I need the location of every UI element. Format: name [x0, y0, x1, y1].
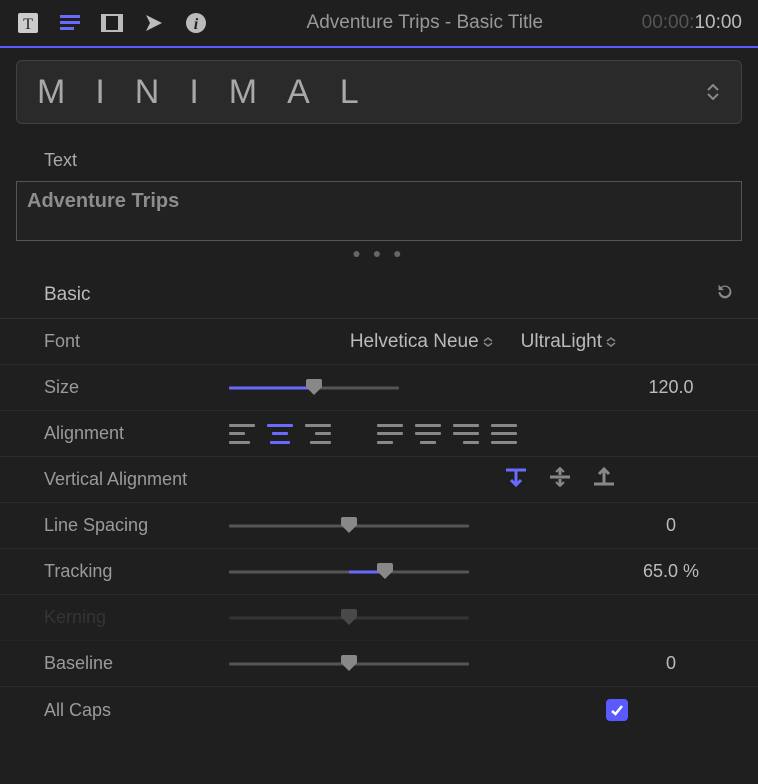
chevron-updown-icon — [483, 337, 493, 347]
timecode: 00:00:10:00 — [642, 12, 742, 34]
basic-section-header: Basic — [0, 271, 758, 319]
all-caps-label: All Caps — [44, 700, 229, 721]
title-text-input[interactable]: Adventure Trips — [16, 181, 742, 241]
paragraph-icon[interactable] — [58, 11, 82, 35]
timecode-dim: 00:00: — [642, 12, 695, 33]
text-section-label: Text — [0, 130, 758, 181]
tracking-slider[interactable] — [229, 563, 469, 581]
font-family-value: Helvetica Neue — [350, 331, 479, 353]
size-label: Size — [44, 377, 229, 398]
justify-center-icon[interactable] — [415, 424, 441, 444]
size-value[interactable]: 120.0 — [606, 377, 736, 398]
font-label: Font — [44, 331, 229, 352]
basic-header-label: Basic — [44, 284, 714, 306]
tracking-value[interactable]: 65.0 % — [606, 561, 736, 582]
alignment-label: Alignment — [44, 423, 229, 444]
justify-right-icon[interactable] — [453, 424, 479, 444]
kerning-slider — [229, 609, 469, 627]
chevron-updown-icon — [606, 337, 616, 347]
font-row: Font Helvetica Neue UltraLight — [0, 319, 758, 365]
baseline-label: Baseline — [44, 653, 229, 674]
justify-full-icon[interactable] — [491, 424, 517, 444]
font-weight-dropdown[interactable]: UltraLight — [521, 331, 616, 353]
font-family-dropdown[interactable]: Helvetica Neue — [350, 331, 493, 353]
info-icon[interactable]: i — [184, 11, 208, 35]
svg-text:T: T — [23, 16, 33, 33]
tracking-row: Tracking 65.0 % — [0, 549, 758, 595]
align-right-icon[interactable] — [305, 424, 331, 444]
inspector-title: Adventure Trips - Basic Title — [226, 12, 624, 34]
valign-bottom-icon[interactable] — [592, 467, 616, 492]
baseline-slider[interactable] — [229, 655, 469, 673]
video-icon[interactable] — [100, 11, 124, 35]
all-caps-checkbox[interactable] — [606, 699, 628, 721]
align-center-icon[interactable] — [267, 424, 293, 444]
kerning-row: Kerning — [0, 595, 758, 641]
resize-dots-icon[interactable]: ● ● ● — [0, 245, 758, 261]
inspector-toolbar: T i Adventure Trips - Basic Title 00:00:… — [0, 0, 758, 48]
text-style-picker[interactable]: MINIMAL — [16, 60, 742, 124]
size-row: Size 120.0 — [0, 365, 758, 411]
kerning-label: Kerning — [44, 607, 229, 628]
svg-text:i: i — [194, 16, 199, 33]
line-spacing-row: Line Spacing 0 — [0, 503, 758, 549]
line-spacing-slider[interactable] — [229, 517, 469, 535]
align-left-icon[interactable] — [229, 424, 255, 444]
share-icon[interactable] — [142, 11, 166, 35]
text-icon[interactable]: T — [16, 11, 40, 35]
baseline-value[interactable]: 0 — [606, 653, 736, 674]
alignment-row: Alignment — [0, 411, 758, 457]
vertical-alignment-label: Vertical Alignment — [44, 469, 229, 490]
reset-icon[interactable] — [714, 281, 736, 308]
line-spacing-value[interactable]: 0 — [606, 515, 736, 536]
valign-top-icon[interactable] — [504, 467, 528, 492]
all-caps-row: All Caps — [0, 687, 758, 733]
font-weight-value: UltraLight — [521, 331, 602, 353]
tracking-label: Tracking — [44, 561, 229, 582]
baseline-row: Baseline 0 — [0, 641, 758, 687]
timecode-bright: 10:00 — [694, 12, 742, 33]
justify-left-icon[interactable] — [377, 424, 403, 444]
vertical-alignment-row: Vertical Alignment — [0, 457, 758, 503]
size-slider[interactable] — [229, 379, 399, 397]
line-spacing-label: Line Spacing — [44, 515, 229, 536]
style-name: MINIMAL — [37, 73, 705, 112]
chevron-updown-icon — [705, 82, 721, 102]
valign-middle-icon[interactable] — [548, 467, 572, 492]
